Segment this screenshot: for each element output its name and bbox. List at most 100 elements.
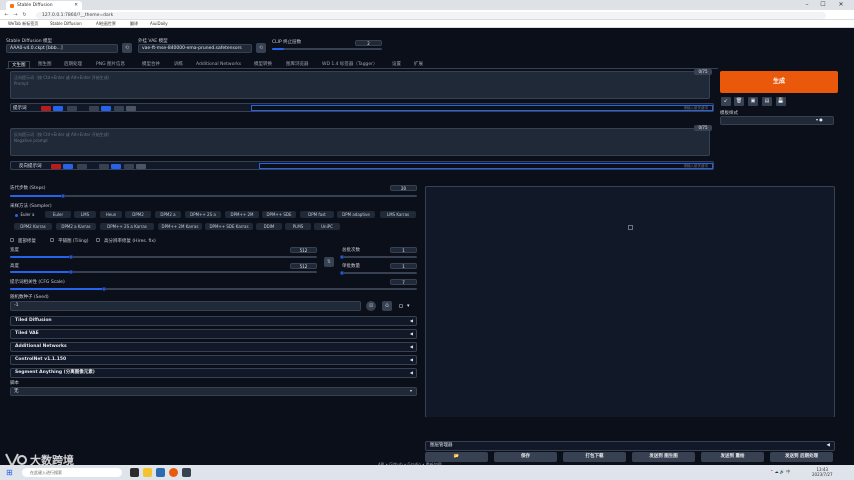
batch-count-slider[interactable] (342, 256, 417, 258)
generate-button[interactable]: 生成 (720, 71, 838, 93)
extra-seed-checkbox[interactable] (399, 304, 403, 308)
bookmark-item[interactable]: AiuiDaily (150, 21, 168, 27)
refresh-models-icon[interactable]: ⟲ (122, 43, 132, 53)
back-icon[interactable]: ← (3, 12, 10, 19)
tab-merge[interactable]: 模型合并 (142, 61, 160, 68)
batch-size-value[interactable]: 1 (390, 263, 417, 269)
tab-gallery[interactable]: 图库浏览器 (286, 61, 309, 68)
prompt-textarea[interactable]: 正向提示词（按 Ctrl+Enter 或 Alt+Enter 开始生成） Pro… (10, 71, 710, 99)
steps-slider-thumb[interactable] (61, 194, 65, 198)
taskbar-search[interactable]: 在此键入进行搜索 (22, 468, 122, 477)
batch-size-slider[interactable] (342, 272, 417, 274)
sampler-option[interactable]: PLMS (285, 223, 311, 230)
sampler-option[interactable]: Euler (45, 211, 71, 218)
negative-tool-button[interactable] (63, 163, 73, 169)
send-to-img2img-button[interactable]: 发送到 图生图 (632, 452, 695, 462)
sampler-option[interactable]: DPM2 a (155, 211, 181, 218)
sampler-option[interactable]: LMS (74, 211, 96, 218)
sampler-option[interactable]: DDIM (256, 223, 282, 230)
negative-prompt-textarea[interactable]: 反向提示词（按 Ctrl+Enter 或 Alt+Enter 开始生成） Neg… (10, 128, 710, 156)
reuse-seed-icon[interactable]: ♻ (382, 301, 392, 311)
paste-icon[interactable]: ↙ (721, 97, 731, 106)
bookmark-item[interactable]: WeTab 新标签页 (8, 21, 38, 27)
bookmark-item[interactable]: 翻译 (130, 21, 138, 27)
hires-fix-checkbox[interactable] (96, 238, 100, 242)
file-explorer-icon[interactable] (143, 468, 152, 477)
clip-skip-value[interactable]: 2 (355, 40, 382, 46)
sampler-option[interactable]: DPM2 (125, 211, 151, 218)
bookmark-item[interactable]: AI绘画世界 (96, 21, 116, 27)
clip-skip-slider[interactable] (272, 48, 382, 50)
tab-additional-networks[interactable]: Additional Networks (196, 61, 241, 68)
extra-networks-icon[interactable]: ▣ (748, 97, 758, 106)
zip-button[interactable]: 打包下载 (563, 452, 626, 462)
sampler-option[interactable]: DPM2 a Karras (56, 223, 96, 230)
negative-tool-button[interactable] (124, 163, 134, 169)
sampler-option[interactable]: DPM fast (300, 211, 334, 218)
steps-value[interactable]: 20 (390, 185, 417, 191)
negative-tool-button[interactable] (136, 163, 146, 169)
chrome-icon[interactable] (169, 468, 178, 477)
forward-icon[interactable]: → (12, 12, 19, 19)
system-tray[interactable]: ⌃ ☁ 🔊 中 (770, 469, 790, 475)
bookmark-item[interactable]: Stable Diffusion (50, 21, 82, 27)
tab-extensions[interactable]: 扩展 (414, 61, 423, 68)
output-settings-accordion[interactable]: 图层管理器 ◀ (425, 441, 835, 451)
apply-style-icon[interactable]: ▤ (762, 97, 772, 106)
steps-slider[interactable] (10, 195, 417, 197)
cfg-value[interactable]: 7 (390, 279, 417, 285)
negative-tool-button[interactable] (111, 163, 121, 169)
save-button[interactable]: 保存 (494, 452, 557, 462)
prompt-tool-button[interactable] (126, 105, 136, 111)
sampler-option[interactable]: DPM2 Karras (14, 223, 52, 230)
tab-png-info[interactable]: PNG 图片信息 (96, 61, 125, 68)
tab-train[interactable]: 训练 (174, 61, 183, 68)
negative-tool-button[interactable] (99, 163, 109, 169)
open-folder-button[interactable]: 📂 (425, 452, 488, 462)
height-slider-thumb[interactable] (69, 270, 73, 274)
vae-model-select[interactable]: vae-ft-mse-840000-ema-pruned.safetensors (138, 44, 252, 53)
minimize-icon[interactable]: – (800, 0, 814, 10)
seed-input[interactable]: -1 (10, 301, 361, 311)
batch-count-value[interactable]: 1 (390, 247, 417, 253)
accordion-segment-anything[interactable]: Segment Anything (分离图像元素) ◀ (10, 368, 417, 378)
tab-model-convert[interactable]: 模型转换 (254, 61, 272, 68)
negative-tool-button[interactable] (51, 163, 61, 169)
batch-count-slider-thumb[interactable] (340, 255, 344, 259)
task-view-icon[interactable] (130, 468, 139, 477)
extra-seed-toggle-icon[interactable]: ▾ (407, 303, 410, 309)
accordion-controlnet[interactable]: ControlNet v1.1.150 ◀ (10, 355, 417, 365)
reload-icon[interactable]: ↻ (21, 12, 28, 19)
send-to-extras-button[interactable]: 发送到 后期处理 (770, 452, 833, 462)
accordion-tiled-diffusion[interactable]: Tiled Diffusion ◀ (10, 316, 417, 326)
sampler-option[interactable]: Euler a (10, 211, 40, 218)
face-restore-checkbox[interactable] (10, 238, 14, 242)
maximize-icon[interactable]: ☐ (816, 0, 830, 10)
height-value[interactable]: 512 (290, 263, 317, 269)
cfg-slider-thumb[interactable] (102, 287, 106, 291)
sampler-option[interactable]: DPM++ 2S a Karras (100, 223, 154, 230)
prompt-tool-button[interactable] (89, 105, 99, 111)
url-field[interactable]: 127.0.0.1:7860/?__theme=dark (36, 11, 826, 19)
sampler-option[interactable]: DPM++ 2M Karras (158, 223, 202, 230)
sampler-option[interactable]: LMS Karras (380, 211, 416, 218)
script-select[interactable]: 无 (10, 387, 417, 396)
tiling-checkbox[interactable] (50, 238, 54, 242)
browser-tab[interactable]: Stable Diffusion ✕ (6, 1, 82, 10)
swap-dimensions-icon[interactable]: ⇅ (324, 257, 334, 267)
negative-keyword-input[interactable]: 请输入新关键词 (259, 163, 713, 169)
prompt-tool-button[interactable] (67, 105, 77, 111)
chevron-down-icon[interactable]: ▾ ● (816, 117, 823, 122)
prompt-tool-button[interactable] (41, 105, 51, 111)
windows-start-icon[interactable]: ⊞ (6, 468, 15, 477)
save-style-icon[interactable]: 💾 (776, 97, 786, 106)
sampler-option[interactable]: DPM adaptive (337, 211, 375, 218)
edge-icon[interactable] (156, 468, 165, 477)
prompt-tool-button[interactable] (101, 105, 111, 111)
sampler-option[interactable]: Heun (100, 211, 122, 218)
width-value[interactable]: 512 (290, 247, 317, 253)
tab-tagger[interactable]: WD 1.4 标签器（Tagger） (322, 61, 378, 68)
send-to-inpaint-button[interactable]: 发送到 重绘 (701, 452, 764, 462)
refresh-vae-icon[interactable]: ⟲ (256, 43, 266, 53)
negative-tool-button[interactable] (77, 163, 87, 169)
